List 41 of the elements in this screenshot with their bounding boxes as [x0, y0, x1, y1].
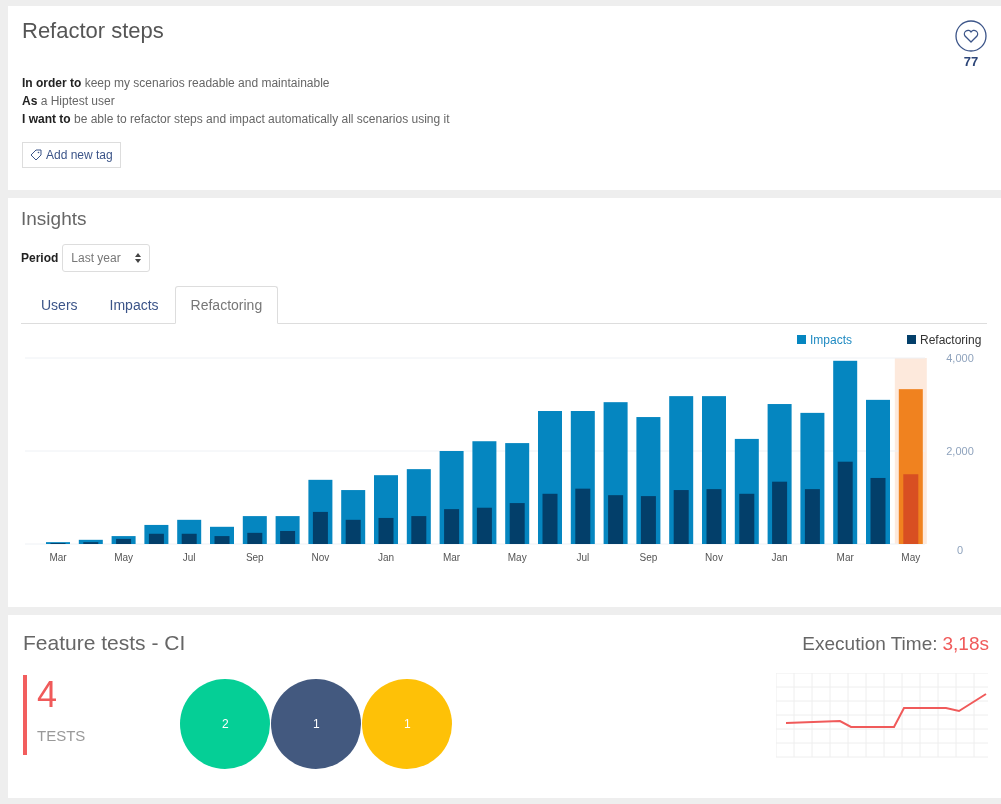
legend-item[interactable]: Impacts	[797, 333, 852, 347]
tab[interactable]: Refactoring	[174, 286, 279, 324]
execution-time-value: 3,18s	[942, 633, 989, 655]
legend-item[interactable]: Refactoring	[907, 333, 982, 347]
axis-label: 0	[956, 544, 964, 556]
tab[interactable]: Impacts	[93, 286, 175, 324]
test-count: 4	[37, 675, 59, 715]
period-select[interactable]: Last year	[62, 244, 150, 272]
axis-label: Jan	[377, 552, 395, 563]
section-title: Insights	[21, 208, 88, 230]
story-line: In order to keep my scenarios readable and maintainable	[22, 75, 331, 92]
test-count-label: TESTS	[37, 727, 86, 744]
axis-label: Mar	[443, 552, 461, 563]
section-title: Feature tests - CI	[23, 631, 186, 655]
story-line: I want to be able to refactor steps and impact automatically all scenarios using it	[22, 111, 451, 128]
axis-label: Mar	[49, 552, 67, 563]
axis-label: 2,000	[946, 445, 974, 457]
legend-label: Impacts	[810, 333, 853, 347]
axis-label: Jul	[182, 552, 196, 563]
tab[interactable]: Users	[25, 286, 94, 324]
result-circle[interactable]: 1	[271, 679, 362, 769]
legend-label: Refactoring	[920, 333, 982, 347]
axis-label: Nov	[311, 552, 330, 563]
story-title: Refactor steps	[22, 18, 164, 44]
add-tag-button[interactable]: Add new tag	[22, 142, 121, 168]
updown-caret-icon	[134, 253, 141, 263]
axis-label: 4,000	[946, 352, 974, 364]
axis-label: May	[901, 552, 921, 563]
execution-time-label: Execution Time:	[802, 633, 938, 655]
axis-label: Nov	[705, 552, 723, 563]
axis-label: Sep	[639, 552, 658, 563]
axis-label: Mar	[836, 552, 854, 563]
period-label: Period	[21, 251, 59, 265]
axis-label: May	[507, 552, 527, 563]
axis-label: May	[114, 552, 134, 563]
tag-icon	[30, 149, 42, 161]
axis-label: Sep	[245, 552, 264, 563]
like-count: 77	[963, 54, 979, 69]
axis-label: Jul	[576, 552, 590, 563]
story-line: As a Hiptest user	[22, 93, 116, 110]
axis-label: Jan	[771, 552, 788, 563]
